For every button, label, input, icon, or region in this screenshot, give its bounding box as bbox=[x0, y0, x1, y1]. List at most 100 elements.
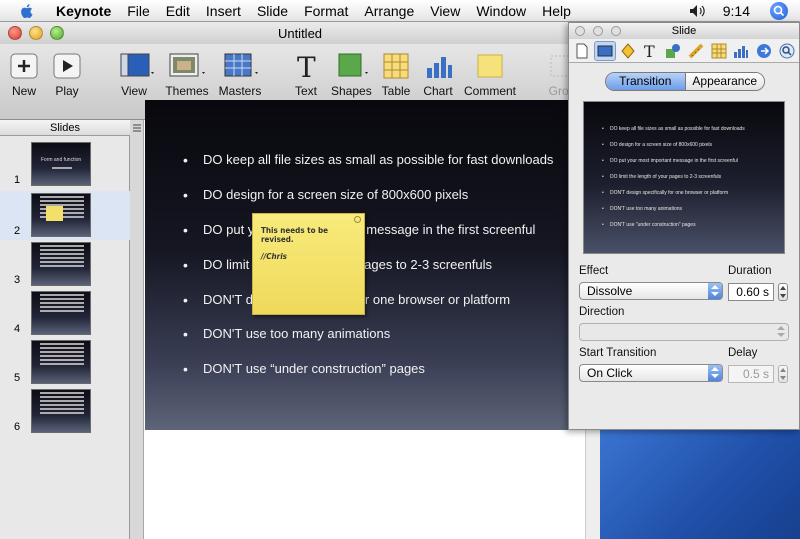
bullet-2[interactable]: DO design for a screen size of 800x600 p… bbox=[183, 187, 468, 203]
preview-line: DO limit the length of your pages to 2-3… bbox=[602, 174, 721, 180]
menu-edit[interactable]: Edit bbox=[158, 3, 198, 19]
slide-thumbnail-2[interactable]: 2 bbox=[0, 191, 130, 240]
slide-inspector-icon[interactable] bbox=[593, 40, 616, 61]
inspector-titlebar: Slide bbox=[569, 23, 799, 39]
close-inspector-button[interactable] bbox=[575, 26, 585, 36]
tab-transition[interactable]: Transition bbox=[606, 73, 686, 90]
slide-thumbnail-image bbox=[31, 193, 91, 237]
slide-thumbnail-title: Form and function bbox=[40, 157, 82, 163]
metrics-inspector-icon[interactable] bbox=[685, 41, 707, 61]
slide-thumbnail-image bbox=[31, 242, 91, 286]
menu-insert[interactable]: Insert bbox=[198, 3, 249, 19]
svg-text:T: T bbox=[644, 43, 655, 59]
preview-line: DO put your most important message in th… bbox=[602, 158, 738, 164]
delay-stepper[interactable] bbox=[778, 365, 788, 383]
inspector-toolbar: T bbox=[569, 39, 799, 63]
menu-view[interactable]: View bbox=[422, 3, 468, 19]
duration-stepper[interactable] bbox=[778, 283, 788, 301]
menu-window[interactable]: Window bbox=[468, 3, 534, 19]
menu-file[interactable]: File bbox=[119, 3, 158, 19]
text-inspector-icon[interactable]: T bbox=[639, 41, 661, 61]
text-icon: T bbox=[291, 51, 321, 84]
slide-thumbnail-4[interactable]: 4 bbox=[0, 289, 130, 338]
table-button[interactable]: Table bbox=[380, 52, 412, 98]
slide-thumbnail-image bbox=[31, 340, 91, 384]
preview-line: DO design for a screen size of 800x600 p… bbox=[602, 142, 712, 148]
comment-note[interactable]: This needs to be revised. //Chris bbox=[252, 213, 365, 315]
view-button[interactable]: View bbox=[114, 52, 154, 98]
slide-thumbnail-3[interactable]: 3 bbox=[0, 240, 130, 289]
document-inspector-icon[interactable] bbox=[571, 41, 593, 61]
menu-slide[interactable]: Slide bbox=[249, 3, 296, 19]
current-slide[interactable]: DO keep all file sizes as small as possi… bbox=[145, 100, 585, 430]
slide-number: 6 bbox=[14, 421, 21, 433]
new-button[interactable]: New bbox=[8, 52, 40, 98]
thumbnail-comment bbox=[46, 206, 63, 221]
graphic-inspector-icon[interactable] bbox=[662, 41, 684, 61]
zoom-inspector-button[interactable] bbox=[611, 26, 621, 36]
play-button[interactable]: Play bbox=[51, 52, 83, 98]
slide-thumbnail-image: Form and function bbox=[31, 142, 91, 186]
preview-line: DON'T use "under construction" pages bbox=[602, 222, 696, 228]
menu-app-keynote[interactable]: Keynote bbox=[48, 3, 119, 19]
bullet-6[interactable]: DON'T use too many animations bbox=[183, 326, 390, 342]
desktop-background bbox=[600, 430, 800, 539]
popup-arrows-icon bbox=[774, 324, 788, 340]
close-window-button[interactable] bbox=[8, 26, 22, 40]
volume-icon[interactable] bbox=[689, 4, 707, 18]
direction-label: Direction bbox=[579, 306, 625, 318]
slide-number: 1 bbox=[14, 174, 21, 186]
apple-icon[interactable] bbox=[18, 2, 36, 20]
start-transition-select[interactable]: On Click bbox=[579, 364, 723, 382]
close-comment-icon[interactable] bbox=[354, 216, 361, 223]
inspector-tab-control: Transition Appearance bbox=[605, 72, 765, 91]
slide-number: 2 bbox=[14, 225, 21, 237]
zoom-window-button[interactable] bbox=[50, 26, 64, 40]
inspector-title: Slide bbox=[671, 25, 697, 37]
menu-clock[interactable]: 9:14 bbox=[723, 3, 750, 19]
outline-toggle-icon[interactable] bbox=[131, 123, 143, 133]
slide-thumbnail-image bbox=[31, 389, 91, 433]
preview-line: DON'T design specifically for one browse… bbox=[602, 190, 728, 196]
slide-thumbnail-1[interactable]: 1 Form and function bbox=[0, 140, 130, 189]
shapes-button[interactable]: Shapes bbox=[331, 52, 372, 98]
menu-bar: Keynote File Edit Insert Slide Format Ar… bbox=[0, 0, 800, 22]
play-icon bbox=[52, 52, 82, 80]
table-inspector-icon[interactable] bbox=[708, 41, 730, 61]
menu-format[interactable]: Format bbox=[296, 3, 356, 19]
pane-divider[interactable] bbox=[130, 120, 144, 539]
hyperlink-inspector-icon[interactable] bbox=[753, 41, 775, 61]
build-inspector-icon[interactable] bbox=[617, 41, 639, 61]
delay-field[interactable]: 0.5 s bbox=[728, 365, 774, 383]
minimize-window-button[interactable] bbox=[29, 26, 43, 40]
menu-arrange[interactable]: Arrange bbox=[356, 3, 422, 19]
slide-thumbnail-6[interactable]: 6 bbox=[0, 387, 130, 436]
window-titlebar: Untitled bbox=[0, 22, 600, 44]
view-icon bbox=[119, 52, 154, 80]
slides-pane-header: Slides bbox=[0, 120, 130, 136]
effect-select[interactable]: Dissolve bbox=[579, 282, 723, 300]
masters-button[interactable]: Masters bbox=[218, 52, 262, 98]
slide-thumbnail-5[interactable]: 5 bbox=[0, 338, 130, 387]
bullet-7[interactable]: DON'T use “under construction” pages bbox=[183, 361, 425, 377]
spotlight-icon[interactable] bbox=[770, 2, 788, 20]
chart-button[interactable]: Chart bbox=[422, 52, 454, 98]
chart-inspector-icon[interactable] bbox=[731, 41, 753, 61]
themes-button[interactable]: Themes bbox=[164, 52, 210, 98]
table-icon bbox=[381, 52, 411, 80]
slide-number: 5 bbox=[14, 372, 21, 384]
thumbnail-subtitle bbox=[52, 167, 72, 169]
duration-field[interactable]: 0.60 s bbox=[728, 283, 774, 301]
slide-number: 3 bbox=[14, 274, 21, 286]
text-button[interactable]: T Text bbox=[290, 51, 322, 98]
menu-help[interactable]: Help bbox=[534, 3, 579, 19]
popup-arrows-icon bbox=[708, 365, 722, 381]
quicktime-inspector-icon[interactable] bbox=[776, 41, 798, 61]
tab-appearance[interactable]: Appearance bbox=[685, 73, 764, 90]
preview-line: DON'T use too many animations bbox=[602, 206, 682, 212]
minimize-inspector-button[interactable] bbox=[593, 26, 603, 36]
direction-select[interactable] bbox=[579, 323, 789, 341]
bullet-1[interactable]: DO keep all file sizes as small as possi… bbox=[183, 152, 553, 168]
comment-button[interactable]: Comment bbox=[462, 52, 518, 98]
keynote-window: Untitled New Play View Themes Masters T … bbox=[0, 22, 600, 539]
